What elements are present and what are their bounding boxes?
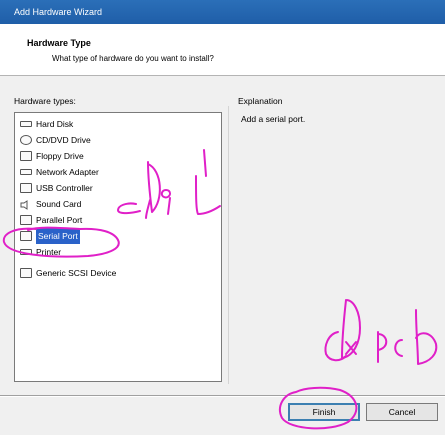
explanation-text: Add a serial port. [241,114,306,124]
page-title: Hardware Type [27,38,91,48]
parallel-port-icon [20,215,32,225]
list-item-network-adapter[interactable]: Network Adapter [20,164,99,180]
list-item-printer[interactable]: Printer [20,244,61,260]
list-item-floppy-drive[interactable]: Floppy Drive [20,148,84,164]
serial-port-icon [20,231,32,241]
page-subtitle: What type of hardware do you want to ins… [52,54,214,63]
hard-disk-icon [20,121,32,127]
list-item-hard-disk[interactable]: Hard Disk [20,116,73,132]
explanation-label: Explanation [238,96,283,106]
list-item-serial-port[interactable]: Serial Port [20,228,80,244]
network-icon [20,169,32,175]
scsi-icon [20,268,32,278]
cancel-button[interactable]: Cancel [366,403,438,421]
list-item-sound-card[interactable]: Sound Card [20,196,81,212]
printer-icon [20,249,32,255]
hardware-types-label: Hardware types: [14,96,76,106]
list-item-cd-dvd-drive[interactable]: CD/DVD Drive [20,132,91,148]
usb-icon [20,183,32,193]
finish-button[interactable]: Finish [288,403,360,421]
sound-icon [20,199,32,210]
title-bar: Add Hardware Wizard [0,0,445,24]
list-item-usb-controller[interactable]: USB Controller [20,180,93,196]
hardware-types-list[interactable]: Hard Disk CD/DVD Drive Floppy Drive Netw… [14,112,222,382]
cd-dvd-icon [20,135,32,145]
list-item-parallel-port[interactable]: Parallel Port [20,212,82,228]
button-separator [0,395,445,397]
explanation-panel: Add a serial port. [228,106,438,384]
window-title: Add Hardware Wizard [0,0,445,24]
wizard-header: Hardware Type What type of hardware do y… [0,24,445,76]
list-item-generic-scsi-device[interactable]: Generic SCSI Device [20,265,116,281]
floppy-icon [20,151,32,161]
